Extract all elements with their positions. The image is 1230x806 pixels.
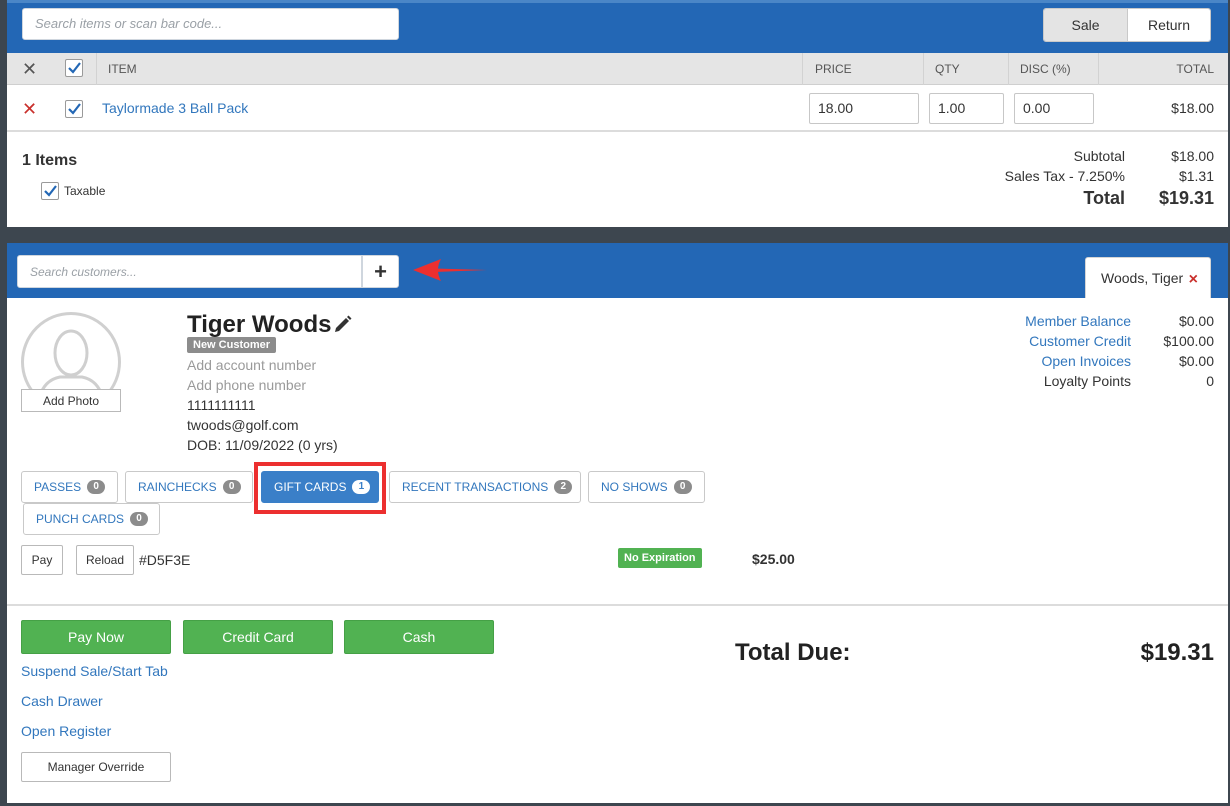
open-invoices-value: $0.00 bbox=[1178, 353, 1214, 369]
tab-rainchecks[interactable]: RAINCHECKS 0 bbox=[125, 471, 253, 503]
gift-card-amount: $25.00 bbox=[752, 551, 795, 567]
subtotal-label: Subtotal bbox=[1073, 148, 1125, 164]
tab-label: RECENT TRANSACTIONS bbox=[402, 480, 549, 494]
sale-button[interactable]: Sale bbox=[1044, 9, 1128, 41]
reload-gift-card-button[interactable]: Reload bbox=[76, 545, 134, 575]
tab-label: PASSES bbox=[34, 480, 82, 494]
cash-button[interactable]: Cash bbox=[344, 620, 494, 654]
tab-punch-cards[interactable]: PUNCH CARDS 0 bbox=[23, 503, 160, 535]
item-checkbox[interactable] bbox=[65, 100, 83, 118]
credit-card-button[interactable]: Credit Card bbox=[183, 620, 333, 654]
tab-count-badge: 0 bbox=[673, 480, 692, 494]
customer-credit-value: $100.00 bbox=[1163, 333, 1214, 349]
tab-count-badge: 0 bbox=[87, 480, 106, 494]
total-due-value: $19.31 bbox=[1140, 639, 1214, 666]
loyalty-points-label: Loyalty Points bbox=[1043, 373, 1131, 389]
cart-header: ✕ ITEM PRICE QTY DISC (%) TOTAL bbox=[7, 53, 1228, 85]
member-balance-link[interactable]: Member Balance bbox=[1025, 313, 1131, 329]
item-count: 1 Items bbox=[22, 152, 78, 169]
customer-tab-label: Woods, Tiger bbox=[1101, 270, 1184, 286]
customer-tab[interactable]: Woods, Tiger × bbox=[1085, 257, 1211, 298]
suspend-sale-link[interactable]: Suspend Sale/Start Tab bbox=[21, 663, 168, 679]
open-invoices-link[interactable]: Open Invoices bbox=[1042, 353, 1132, 369]
customer-dob: DOB: 11/09/2022 (0 yrs) bbox=[187, 437, 338, 453]
manager-override-button[interactable]: Manager Override bbox=[21, 752, 171, 782]
col-disc: DISC (%) bbox=[1008, 53, 1098, 85]
col-item: ITEM bbox=[96, 53, 802, 85]
total-due-label: Total Due: bbox=[735, 639, 851, 666]
return-button[interactable]: Return bbox=[1128, 9, 1210, 41]
customer-name: Tiger Woods bbox=[187, 311, 332, 338]
tab-label: PUNCH CARDS bbox=[36, 512, 125, 526]
row-total: $18.00 bbox=[1171, 100, 1214, 116]
col-total: TOTAL bbox=[1098, 53, 1228, 85]
customer-panel: Add Photo Tiger Woods New Customer Add a… bbox=[7, 298, 1228, 803]
add-account-number-link[interactable]: Add account number bbox=[187, 357, 316, 373]
subtotal-value: $18.00 bbox=[1171, 148, 1214, 164]
sale-return-toggle: Sale Return bbox=[1043, 8, 1211, 42]
gift-card-code: #D5F3E bbox=[139, 552, 191, 568]
tab-recent-transactions[interactable]: RECENT TRANSACTIONS 2 bbox=[389, 471, 581, 503]
taxable-label: Taxable bbox=[64, 184, 106, 198]
taxable-checkbox[interactable] bbox=[41, 182, 59, 200]
annotation-arrow-icon bbox=[413, 259, 487, 281]
add-customer-button[interactable]: + bbox=[362, 255, 399, 288]
customer-number: 1111111111 bbox=[187, 397, 256, 413]
tab-count-badge: 0 bbox=[130, 512, 149, 526]
remove-item-icon[interactable]: ✕ bbox=[22, 100, 37, 118]
add-photo-button[interactable]: Add Photo bbox=[21, 389, 121, 412]
edit-pencil-icon[interactable] bbox=[333, 314, 353, 334]
col-price: PRICE bbox=[802, 53, 923, 85]
new-customer-badge: New Customer bbox=[187, 337, 277, 353]
tax-label: Sales Tax - 7.250% bbox=[1004, 168, 1125, 184]
open-register-link[interactable]: Open Register bbox=[21, 723, 111, 739]
remove-all-icon[interactable]: ✕ bbox=[22, 60, 37, 78]
tax-value: $1.31 bbox=[1178, 168, 1214, 184]
tab-count-badge: 0 bbox=[222, 480, 241, 494]
expiration-badge: No Expiration bbox=[618, 548, 702, 568]
add-phone-number-link[interactable]: Add phone number bbox=[187, 377, 306, 393]
tab-passes[interactable]: PASSES 0 bbox=[21, 471, 118, 503]
total-value: $19.31 bbox=[1158, 188, 1214, 208]
pay-now-button[interactable]: Pay Now bbox=[21, 620, 171, 654]
loyalty-points-value: 0 bbox=[1206, 373, 1214, 389]
member-balance-value: $0.00 bbox=[1178, 313, 1214, 329]
customer-email: twoods@golf.com bbox=[187, 417, 299, 433]
qty-input[interactable]: 1.00 bbox=[929, 93, 1004, 124]
customer-search-input[interactable]: Search customers... bbox=[17, 255, 362, 288]
pay-gift-card-button[interactable]: Pay bbox=[21, 545, 63, 575]
cart-row: ✕ Taylormade 3 Ball Pack 18.00 1.00 0.00… bbox=[7, 86, 1228, 132]
tab-label: NO SHOWS bbox=[601, 480, 668, 494]
divider bbox=[7, 604, 1228, 606]
tab-no-shows[interactable]: NO SHOWS 0 bbox=[588, 471, 705, 503]
tab-count-badge: 2 bbox=[554, 480, 573, 494]
item-search-input[interactable]: Search items or scan bar code... bbox=[22, 8, 399, 40]
tab-label: RAINCHECKS bbox=[138, 480, 217, 494]
close-icon[interactable]: × bbox=[1189, 271, 1198, 289]
col-qty: QTY bbox=[923, 53, 1008, 85]
annotation-highlight-box bbox=[254, 462, 386, 514]
cart-panel: ✕ ITEM PRICE QTY DISC (%) TOTAL ✕ Taylor… bbox=[7, 53, 1228, 227]
discount-input[interactable]: 0.00 bbox=[1014, 93, 1094, 124]
price-input[interactable]: 18.00 bbox=[809, 93, 919, 124]
customer-search-bar: Search customers... + Woods, Tiger × bbox=[7, 243, 1228, 298]
cash-drawer-link[interactable]: Cash Drawer bbox=[21, 693, 103, 709]
item-name-link[interactable]: Taylormade 3 Ball Pack bbox=[102, 100, 248, 116]
item-search-bar: Search items or scan bar code... Sale Re… bbox=[7, 0, 1228, 53]
select-all-checkbox[interactable] bbox=[65, 59, 83, 77]
total-label: Total bbox=[1083, 188, 1125, 208]
customer-credit-link[interactable]: Customer Credit bbox=[1029, 333, 1131, 349]
